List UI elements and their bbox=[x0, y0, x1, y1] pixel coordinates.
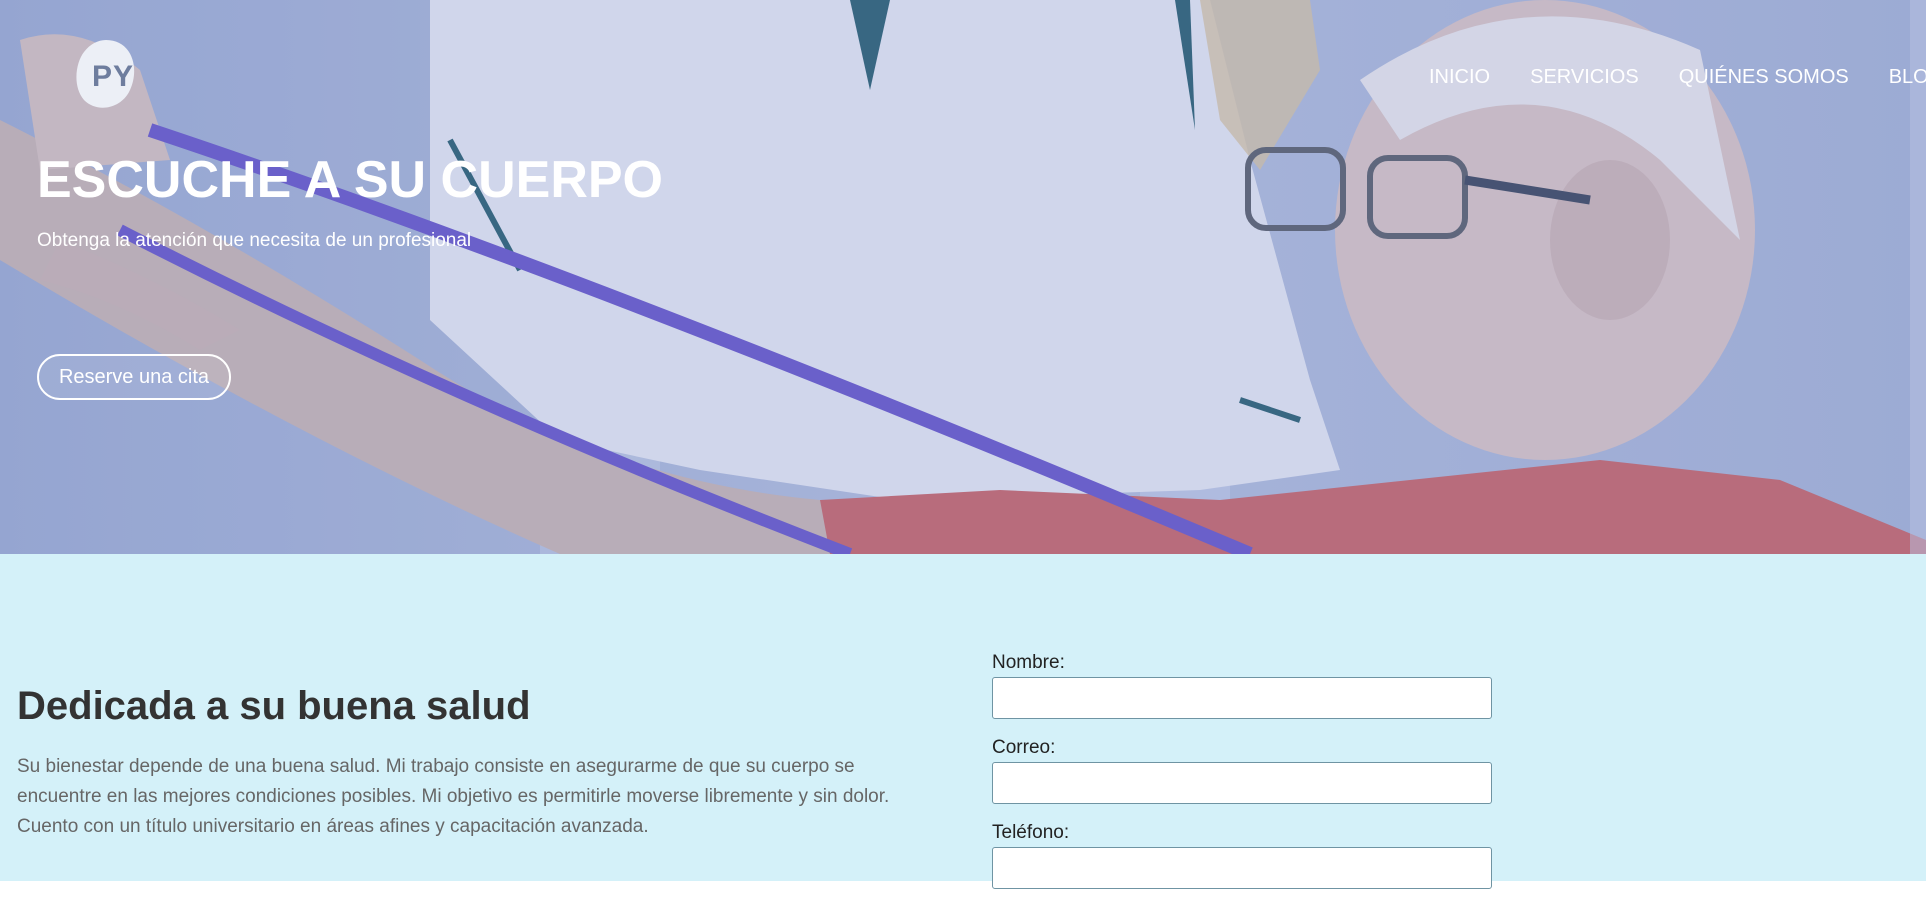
logo-text[interactable]: PY bbox=[92, 60, 134, 94]
book-appointment-button[interactable]: Reserve una cita bbox=[37, 354, 231, 400]
contact-form: Nombre: Correo: Teléfono: bbox=[992, 652, 1492, 907]
email-field[interactable] bbox=[992, 762, 1492, 804]
nav-item-quienes-somos[interactable]: QUIÉNES SOMOS bbox=[1679, 66, 1849, 89]
about-text: Su bienestar depende de una buena salud.… bbox=[17, 756, 890, 837]
about-title: Dedicada a su buena salud bbox=[17, 684, 531, 728]
hero-section: PY INICIO SERVICIOS QUIÉNES SOMOS BLOG E… bbox=[0, 0, 1926, 554]
main-nav: INICIO SERVICIOS QUIÉNES SOMOS BLOG bbox=[1429, 66, 1926, 89]
nav-item-inicio[interactable]: INICIO bbox=[1429, 66, 1490, 89]
phone-field[interactable] bbox=[992, 847, 1492, 889]
about-section: Dedicada a su buena salud Su bienestar d… bbox=[0, 554, 1926, 889]
hero-subtitle: Obtenga la atención que necesita de un p… bbox=[37, 230, 472, 251]
email-label: Correo: bbox=[992, 737, 1056, 758]
nav-item-servicios[interactable]: SERVICIOS bbox=[1530, 66, 1639, 89]
name-field[interactable] bbox=[992, 677, 1492, 719]
name-label: Nombre: bbox=[992, 652, 1065, 673]
hero-title: ESCUCHE A SU CUERPO bbox=[37, 151, 664, 209]
nav-item-blog[interactable]: BLOG bbox=[1889, 66, 1926, 89]
phone-label: Teléfono: bbox=[992, 822, 1070, 843]
